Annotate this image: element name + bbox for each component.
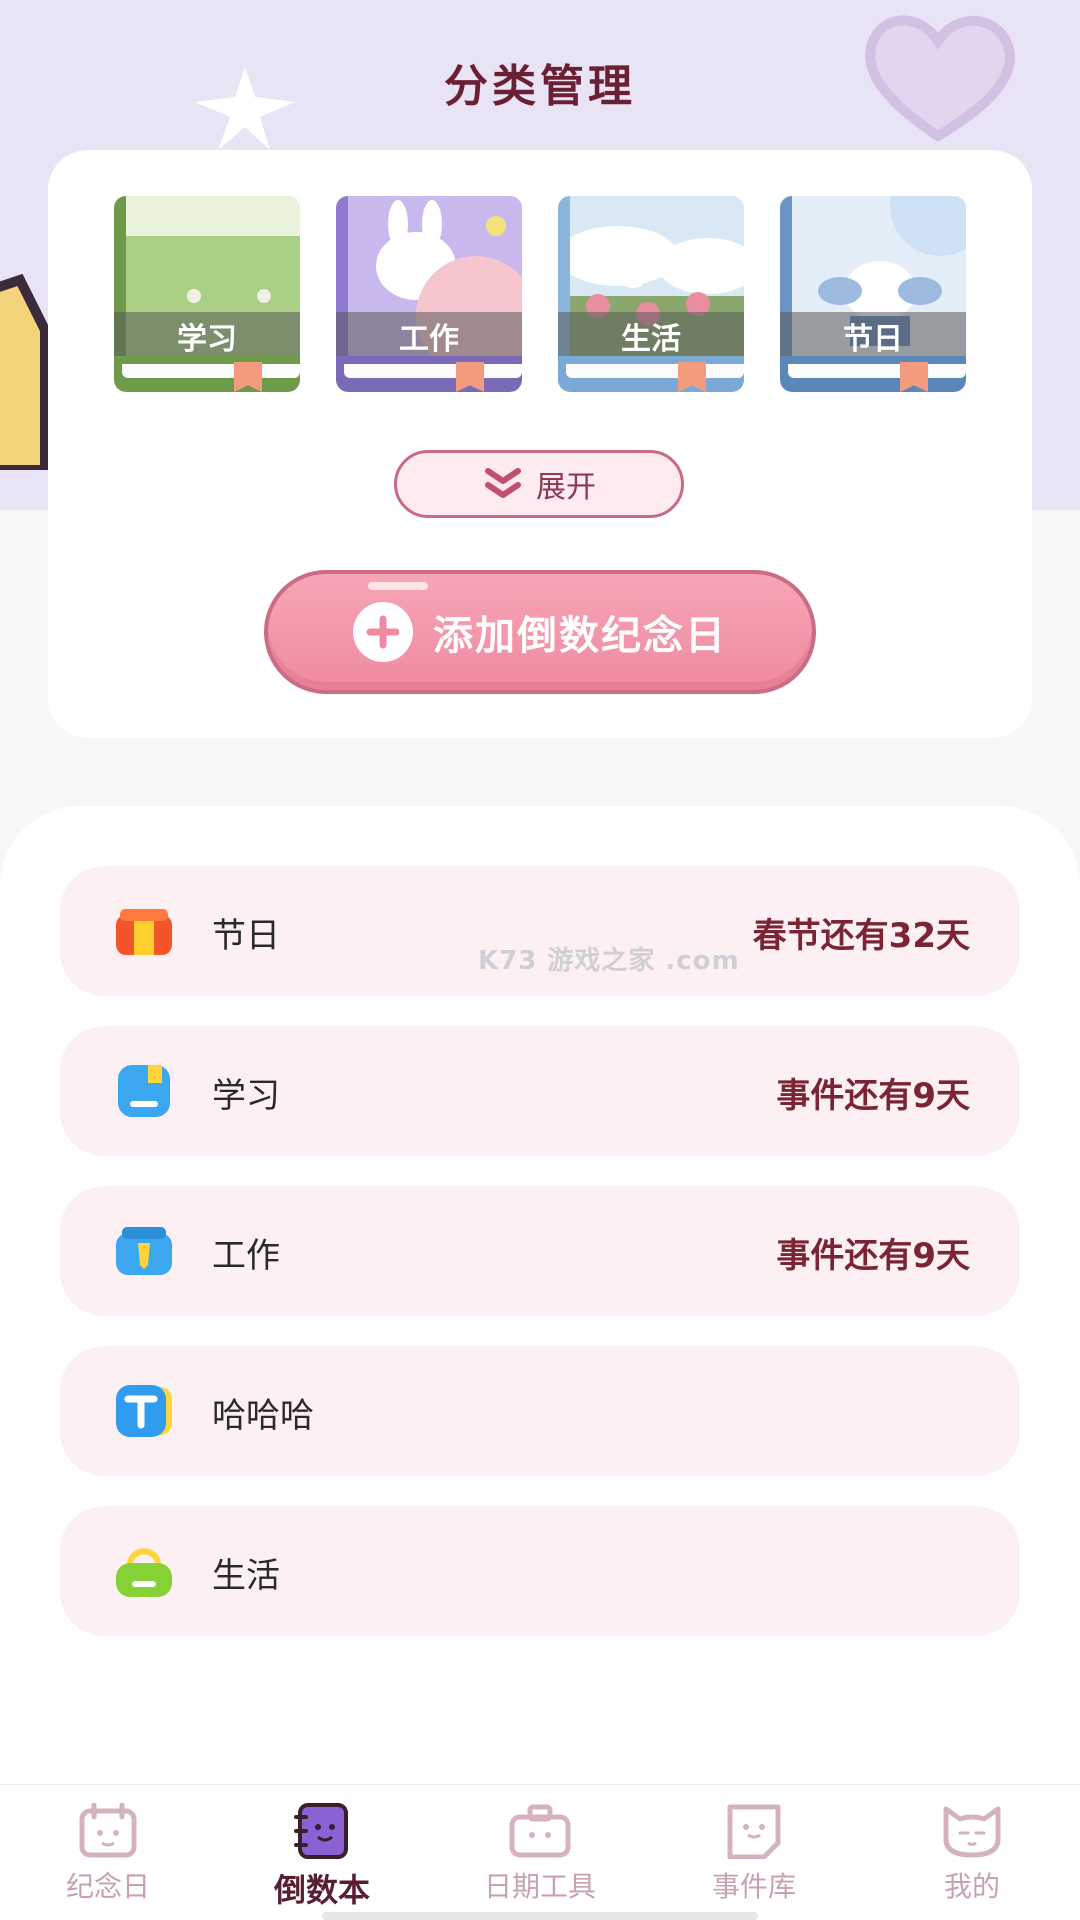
- home-indicator: [322, 1912, 758, 1920]
- nav-profile[interactable]: 我的: [872, 1803, 1072, 1913]
- calendar-face-icon: [79, 1803, 137, 1858]
- nav-countdown[interactable]: 倒数本: [222, 1803, 422, 1913]
- list-item-name: 工作: [212, 1236, 280, 1276]
- bottom-nav: 纪念日 倒数本 日期工具 事件库 我的: [0, 1784, 1080, 1920]
- briefcase-icon: [116, 1227, 172, 1275]
- page-title: 分类管理: [444, 61, 636, 112]
- toolbox-icon: [509, 1804, 571, 1858]
- list-item-name: 哈哈哈: [212, 1396, 314, 1436]
- nav-event-library[interactable]: 事件库: [654, 1803, 854, 1913]
- list-item-work[interactable]: 工作 事件还有9天: [60, 1186, 1020, 1316]
- category-book-label: 节日: [843, 322, 903, 357]
- plus-circle-icon: [353, 602, 413, 662]
- expand-button-label: 展开: [536, 470, 596, 505]
- note-library-icon: [727, 1804, 781, 1859]
- add-countdown-label: 添加倒数纪念日: [433, 613, 727, 659]
- category-book-work[interactable]: 工作: [336, 196, 522, 392]
- list-item-countdown: 事件还有9天: [776, 1236, 970, 1276]
- list-item-countdown: 事件还有9天: [776, 1076, 970, 1116]
- category-book-holiday[interactable]: 节日: [780, 196, 966, 392]
- nav-anniversary[interactable]: 纪念日: [8, 1803, 208, 1913]
- nav-label: 事件库: [711, 1870, 796, 1903]
- category-card: 学习 工作 生活 节日 展开 添加倒数纪念日: [48, 150, 1032, 738]
- list-item-name: 节日: [212, 916, 280, 956]
- category-book-label: 生活: [621, 322, 681, 357]
- double-chevron-down-icon: [485, 468, 521, 498]
- nav-label: 纪念日: [65, 1870, 150, 1903]
- list-item-name: 学习: [212, 1076, 280, 1116]
- category-book-label: 学习: [177, 322, 237, 357]
- cat-decoration-icon: [0, 273, 50, 470]
- gift-icon: [116, 909, 172, 955]
- basket-icon: [116, 1548, 172, 1597]
- book-icon: [118, 1065, 170, 1117]
- nav-date-tools[interactable]: 日期工具: [440, 1803, 640, 1913]
- add-countdown-button[interactable]: 添加倒数纪念日: [264, 570, 816, 694]
- category-book-life[interactable]: 生活: [558, 196, 744, 392]
- nav-label: 我的: [943, 1870, 1000, 1903]
- cat-face-icon: [943, 1806, 1001, 1858]
- list-item-countdown: 春节还有32天: [752, 916, 970, 956]
- watermark: K73 游戏之家 .com: [478, 946, 740, 976]
- notebook-icon: [294, 1803, 348, 1859]
- list-item-hahaha[interactable]: 哈哈哈: [60, 1346, 1020, 1476]
- category-books: 学习 工作 生活 节日: [114, 196, 974, 406]
- list-item-life[interactable]: 生活: [60, 1506, 1020, 1636]
- category-book-label: 工作: [399, 322, 459, 357]
- nav-label: 日期工具: [483, 1870, 596, 1903]
- expand-button[interactable]: 展开: [394, 450, 684, 518]
- list-item-name: 生活: [212, 1556, 280, 1596]
- category-book-study[interactable]: 学习: [114, 196, 300, 392]
- nav-label: 倒数本: [273, 1871, 370, 1909]
- list-item-study[interactable]: 学习 事件还有9天: [60, 1026, 1020, 1156]
- text-t-icon: [116, 1385, 172, 1437]
